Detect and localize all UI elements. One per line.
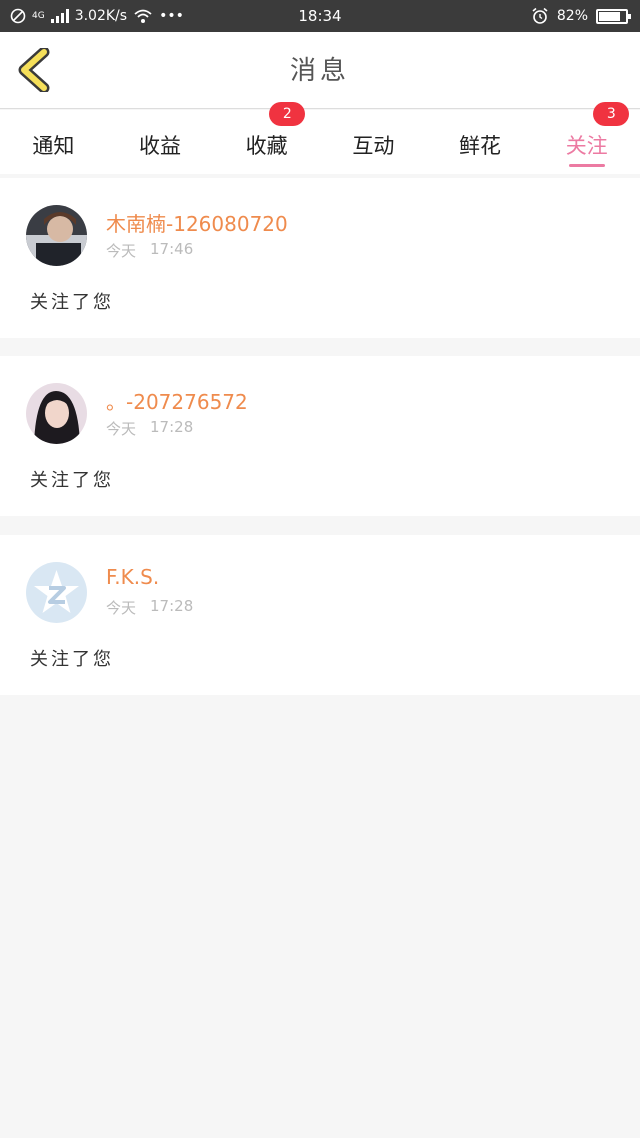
user-photo-icon <box>26 383 87 444</box>
timestamp: 今天 17:28 <box>106 597 193 618</box>
time-label: 17:28 <box>150 418 194 436</box>
tab-follow[interactable]: 关注 3 <box>533 102 640 174</box>
user-name[interactable]: 木南楠-126080720 <box>106 208 288 237</box>
battery-icon <box>596 8 631 24</box>
time-label: 17:28 <box>150 597 194 615</box>
unread-badge: 3 <box>593 102 630 126</box>
header: 消息 <box>0 32 640 109</box>
tab-label: 收益 <box>139 134 181 158</box>
status-right: 82% <box>531 0 631 32</box>
battery-fill <box>599 11 621 21</box>
unread-badge: 2 <box>269 102 306 126</box>
avatar[interactable] <box>26 562 87 623</box>
user-name[interactable]: 。-207276572 <box>106 386 248 415</box>
avatar[interactable] <box>26 383 87 444</box>
default-avatar-star-icon <box>26 562 87 623</box>
time-label: 17:46 <box>150 240 194 258</box>
timestamp: 今天 17:28 <box>106 418 193 439</box>
status-bar: 4G 3.02K/s ••• 18:34 82% <box>0 0 640 32</box>
tab-label: 收藏 <box>245 134 288 158</box>
tab-favorites[interactable]: 收藏 2 <box>213 102 320 174</box>
date-label: 今天 <box>106 242 137 260</box>
tab-bar: 通知 收益 收藏 2 互动 鲜花 关注 3 <box>0 102 640 174</box>
tab-earnings[interactable]: 收益 <box>107 110 214 174</box>
tab-flowers[interactable]: 鲜花 <box>427 110 534 174</box>
user-photo-icon <box>26 205 87 266</box>
timestamp: 今天 17:46 <box>106 240 193 261</box>
tab-label: 互动 <box>352 134 395 158</box>
date-label: 今天 <box>106 599 137 617</box>
user-name[interactable]: F.K.S. <box>106 565 159 589</box>
tab-label: 鲜花 <box>459 134 502 158</box>
battery-percent: 82% <box>556 8 588 24</box>
avatar[interactable] <box>26 205 87 266</box>
list-item[interactable]: 木南楠-126080720 今天 17:46 关注了您 <box>0 178 640 338</box>
tab-interaction[interactable]: 互动 <box>320 110 427 174</box>
page-title: 消息 <box>289 56 350 86</box>
tab-label: 关注 <box>565 134 608 158</box>
message-text: 关注了您 <box>30 292 114 313</box>
list-item[interactable]: 。-207276572 今天 17:28 关注了您 <box>0 356 640 516</box>
alarm-icon <box>532 7 548 24</box>
message-text: 关注了您 <box>30 649 114 670</box>
tab-notice[interactable]: 通知 <box>0 110 107 174</box>
message-text: 关注了您 <box>30 470 114 491</box>
date-label: 今天 <box>106 420 137 438</box>
list-item[interactable]: F.K.S. 今天 17:28 关注了您 <box>0 535 640 695</box>
tab-label: 通知 <box>32 134 75 158</box>
active-tab-indicator <box>568 164 605 167</box>
